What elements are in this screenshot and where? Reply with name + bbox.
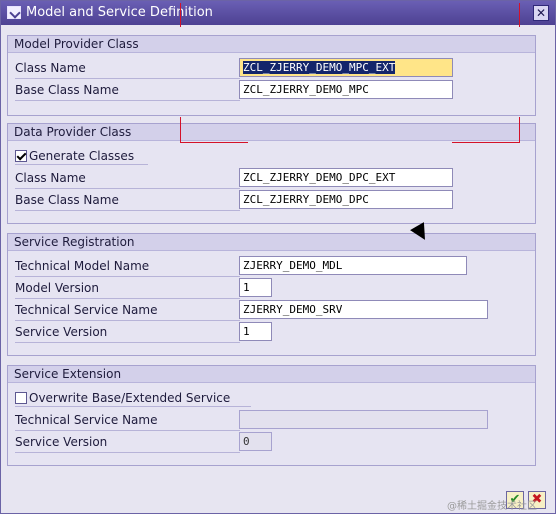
dpc-base-class-field[interactable]: ZCL_ZJERRY_DEMO_DPC [239,190,453,209]
mpc-base-class-label: Base Class Name [15,83,119,97]
dpc-base-class-label: Base Class Name [15,193,119,207]
ext-service-version-label: Service Version [15,435,108,449]
annotation-line [519,3,520,27]
annotation-line [452,142,520,143]
service-registration-group: Service Registration Technical Model Nam… [7,233,536,356]
group-title: Data Provider Class [8,124,535,141]
model-provider-class-group: Model Provider Class Class Name ZCL_ZJER… [7,35,536,116]
label-underline [15,188,240,189]
technical-service-name-field[interactable]: ZJERRY_DEMO_SRV [239,300,488,319]
label-underline [15,298,240,299]
group-title: Model Provider Class [8,36,535,53]
data-provider-class-group: Data Provider Class Generate Classes Cla… [7,123,536,224]
mpc-class-name-label: Class Name [15,61,86,75]
label-underline [15,430,240,431]
technical-service-name-label: Technical Service Name [15,303,158,317]
dpc-class-name-label: Class Name [15,171,86,185]
service-version-label: Service Version [15,325,108,339]
mpc-class-name-field[interactable]: ZCL_ZJERRY_DEMO_MPC_EXT [239,58,453,77]
annotation-line [180,117,181,143]
overwrite-service-label: Overwrite Base/Extended Service [29,391,231,405]
title-bar[interactable]: Model and Service Definition ✕ [1,1,555,25]
label-underline [15,164,148,165]
annotation-line [519,117,520,143]
technical-model-name-label: Technical Model Name [15,259,150,273]
annotation-line [180,3,181,27]
service-extension-group: Service Extension Overwrite Base/Extende… [7,365,536,466]
label-underline [15,342,240,343]
close-button[interactable]: ✕ [533,5,549,21]
label-underline [15,210,240,211]
generate-classes-checkbox[interactable] [15,150,27,162]
model-version-label: Model Version [15,281,99,295]
dpc-class-name-field[interactable]: ZCL_ZJERRY_DEMO_DPC_EXT [239,168,453,187]
ext-technical-service-name-label: Technical Service Name [15,413,158,427]
service-version-field[interactable]: 1 [239,322,272,341]
label-underline [15,452,240,453]
group-title: Service Registration [8,234,535,251]
model-version-field[interactable]: 1 [239,278,272,297]
generate-classes-label: Generate Classes [29,149,135,163]
window-title: Model and Service Definition [26,5,213,20]
annotation-line [180,142,248,143]
label-underline [15,78,240,79]
label-underline [15,320,240,321]
ext-service-version-field[interactable]: 0 [239,432,272,451]
overwrite-service-checkbox[interactable] [15,392,27,404]
dialog-edit-icon [7,6,21,19]
close-icon: ✕ [535,6,547,20]
label-underline [15,406,251,407]
dialog-window: Model and Service Definition ✕ Model Pro… [0,0,556,514]
label-underline [15,276,240,277]
ext-technical-service-name-field[interactable] [239,410,488,429]
technical-model-name-field[interactable]: ZJERRY_DEMO_MDL [239,256,467,275]
label-underline [15,100,240,101]
watermark: @稀土掘金技术社区 [447,501,537,512]
mpc-base-class-field[interactable]: ZCL_ZJERRY_DEMO_MPC [239,80,453,99]
group-title: Service Extension [8,366,535,383]
